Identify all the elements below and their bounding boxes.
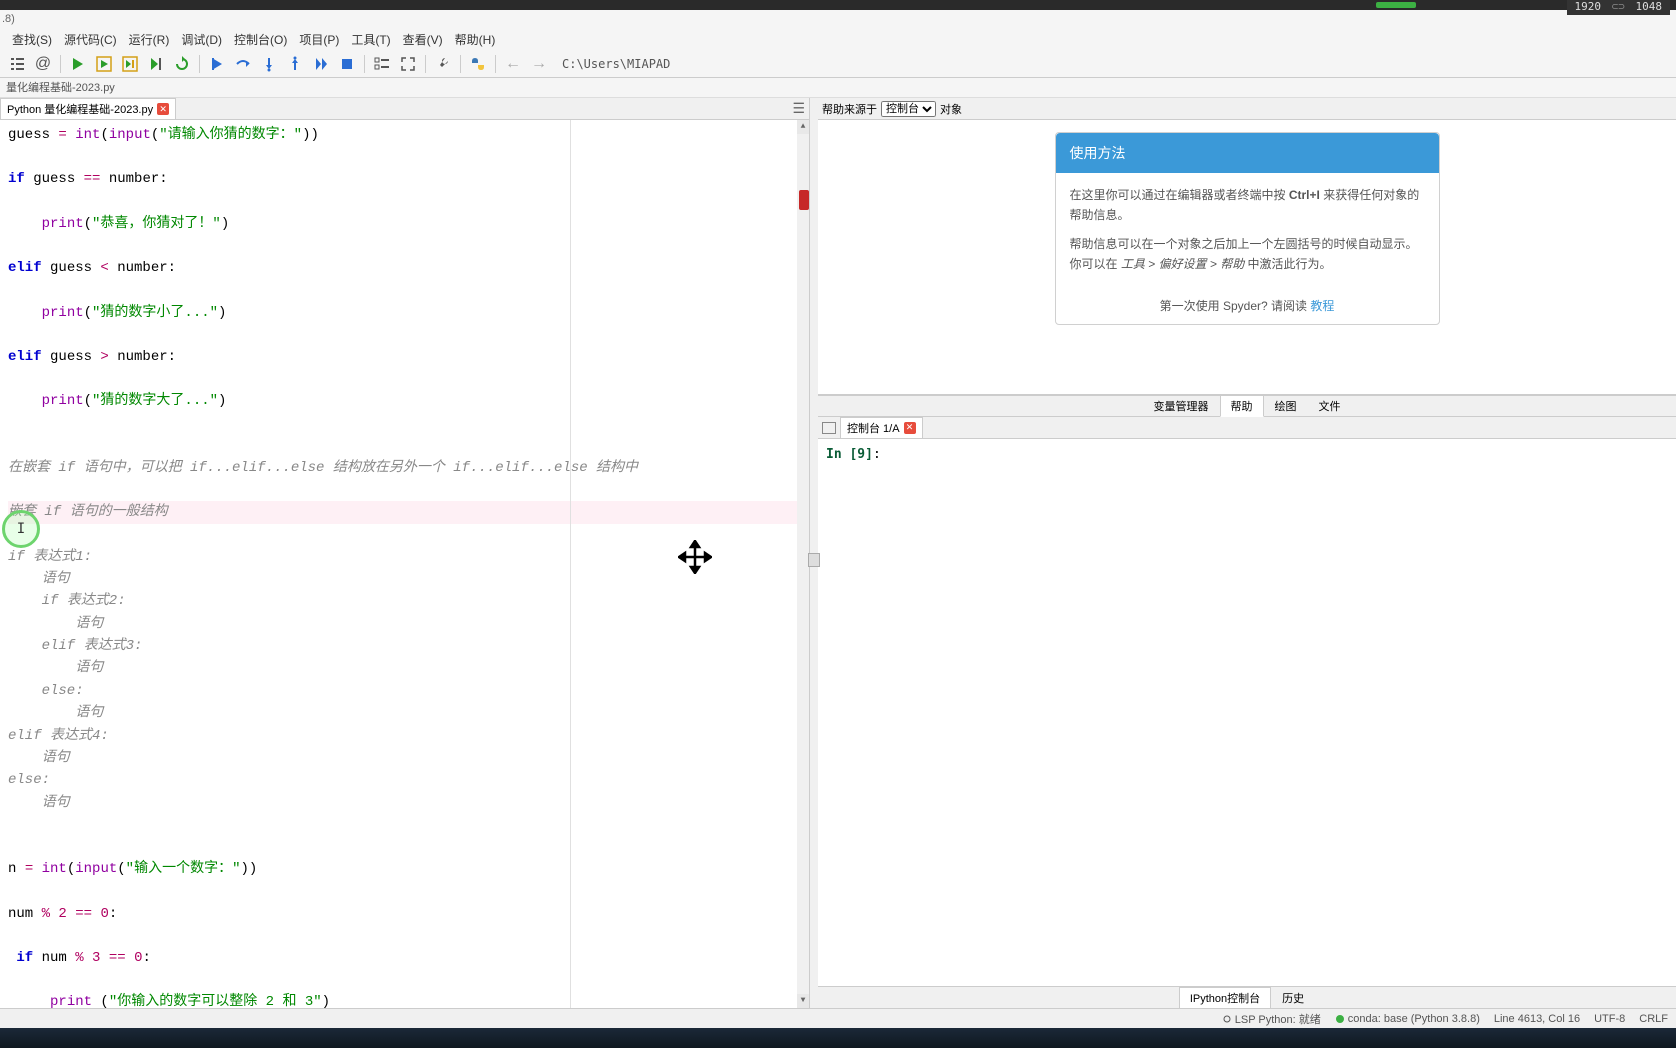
resolution-badge: 1920 ⊂⊃ 1048 [1567,0,1671,15]
console-tab-label: 控制台 1/A [847,420,900,436]
help-content: 使用方法 在这里你可以通过在编辑器或者终端中按 Ctrl+I 来获得任何对象的帮… [818,120,1676,395]
menu-tools[interactable]: 工具(T) [345,31,396,48]
link-icon: ⊂⊃ [1612,0,1625,13]
filepath-bar: 量化编程基础-2023.py [0,78,1676,98]
scroll-up-icon[interactable]: ▲ [797,120,809,134]
status-conda: conda: base (Python 3.8.8) [1335,1013,1480,1025]
close-icon[interactable]: ✕ [904,422,916,434]
status-lsp: LSP Python: 就绪 [1222,1011,1321,1027]
help-card: 使用方法 在这里你可以通过在编辑器或者终端中按 Ctrl+I 来获得任何对象的帮… [1055,132,1440,325]
menu-help[interactable]: 帮助(H) [449,31,502,48]
menu-console[interactable]: 控制台(O) [228,31,293,48]
help-toolbar: 帮助来源于 控制台 对象 [818,98,1676,120]
move-cursor-icon [678,540,712,574]
maximize-icon[interactable] [397,53,419,75]
step-over-button[interactable] [232,53,254,75]
right-tabstrip: 变量管理器 帮助 绘图 文件 [818,395,1676,417]
close-icon[interactable]: ✕ [157,103,169,115]
run-cell-advance-button[interactable] [119,53,141,75]
status-crlf: CRLF [1639,1013,1668,1025]
at-icon[interactable]: @ [32,53,54,75]
status-encoding: UTF-8 [1594,1013,1625,1025]
ruler-line [570,120,571,1008]
help-object-label: 对象 [940,101,962,117]
help-card-footer: 第一次使用 Spyder? 请阅读 教程 [1056,287,1439,324]
step-into-button[interactable] [258,53,280,75]
run-button[interactable] [67,53,89,75]
editor-panel: Python 量化编程基础-2023.py ✕ ☰ guess = int(in… [0,98,810,1008]
tutorial-link[interactable]: 教程 [1310,299,1334,313]
toolbar: @ ← → C:\Us [0,50,1676,78]
debug-button[interactable] [206,53,228,75]
right-panel: 帮助来源于 控制台 对象 使用方法 在这里你可以通过在编辑器或者终端中按 Ctr… [818,98,1676,1008]
res-width: 1920 [1575,0,1602,13]
scroll-down-icon[interactable]: ▼ [797,994,809,1008]
status-bar: LSP Python: 就绪 conda: base (Python 3.8.8… [0,1008,1676,1028]
wrench-icon[interactable] [432,53,454,75]
tab-help[interactable]: 帮助 [1220,395,1264,417]
menu-bar: 查找(S) 源代码(C) 运行(R) 调试(D) 控制台(O) 项目(P) 工具… [0,28,1676,50]
console-tab[interactable]: 控制台 1/A ✕ [840,417,923,439]
tab-history[interactable]: 历史 [1271,987,1315,1009]
editor-tab-label: Python 量化编程基础-2023.py [7,101,153,117]
title-suffix: .8) [2,13,15,25]
rerun-button[interactable] [171,53,193,75]
status-position: Line 4613, Col 16 [1494,1013,1580,1025]
back-button[interactable]: ← [502,53,524,75]
tab-plot[interactable]: 绘图 [1264,395,1308,417]
tab-ipython[interactable]: IPython控制台 [1179,987,1271,1009]
menu-search[interactable]: 查找(S) [6,31,58,48]
tab-varmanager[interactable]: 变量管理器 [1143,395,1220,417]
continue-button[interactable] [310,53,332,75]
filepath-text: 量化编程基础-2023.py [6,82,115,94]
console-bottom-tabstrip: IPython控制台 历史 [818,986,1676,1008]
menu-project[interactable]: 项目(P) [293,31,345,48]
checklist-icon[interactable] [371,53,393,75]
tab-file[interactable]: 文件 [1308,395,1352,417]
editor-tabs: Python 量化编程基础-2023.py ✕ ☰ [0,98,809,120]
code-editor[interactable]: guess = int(input("请输入你猜的数字：")) if guess… [0,120,809,1008]
title-bar: .8) [0,10,1676,28]
help-source-select[interactable]: 控制台 [881,101,936,117]
console-prompt: In [9]: [826,447,1668,462]
console-window-icon[interactable] [822,422,836,434]
forward-button[interactable]: → [528,53,550,75]
taskbar [0,1028,1676,1048]
console-tabstrip: 控制台 1/A ✕ [818,417,1676,439]
menu-debug[interactable]: 调试(D) [175,31,228,48]
top-dark-bar: 1920 ⊂⊃ 1048 [0,0,1676,10]
stop-button[interactable] [336,53,358,75]
scrollbar-thumb[interactable] [799,190,809,210]
run-selection-button[interactable] [145,53,167,75]
help-card-body: 在这里你可以通过在编辑器或者终端中按 Ctrl+I 来获得任何对象的帮助信息。 … [1056,173,1439,287]
cursor-highlight: I [2,510,40,548]
menu-source[interactable]: 源代码(C) [58,31,123,48]
ipython-console[interactable]: In [9]: [818,439,1676,986]
main-layout: Python 量化编程基础-2023.py ✕ ☰ guess = int(in… [0,98,1676,1008]
hamburger-icon[interactable]: ☰ [792,100,805,117]
menu-view[interactable]: 查看(V) [397,31,449,48]
toolbar-path: C:\Users\MIAPAD [562,57,670,71]
splitter[interactable] [810,98,818,1008]
step-out-button[interactable] [284,53,306,75]
splitter-handle[interactable] [808,553,820,567]
progress-indicator [1376,2,1416,8]
outline-icon[interactable] [6,53,28,75]
editor-tab[interactable]: Python 量化编程基础-2023.py ✕ [0,98,176,119]
res-height: 1048 [1636,0,1663,13]
help-card-title: 使用方法 [1056,133,1439,173]
run-cell-button[interactable] [93,53,115,75]
menu-run[interactable]: 运行(R) [123,31,176,48]
python-icon[interactable] [467,53,489,75]
help-source-label: 帮助来源于 [822,101,877,117]
